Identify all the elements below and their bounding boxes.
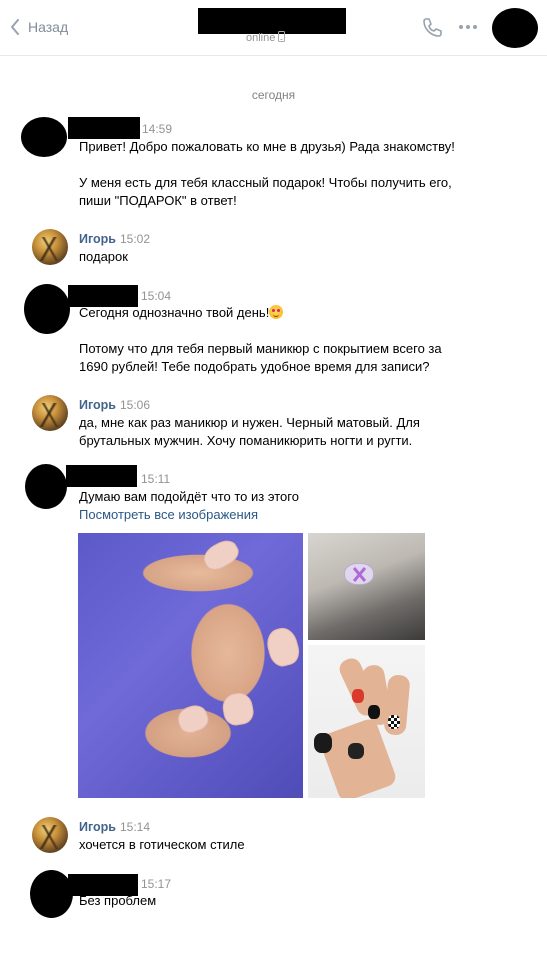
star-struck-emoji-icon [269,305,284,319]
black-nail [314,733,332,753]
attached-photo-3[interactable] [308,645,425,798]
igor-avatar[interactable] [32,229,68,265]
back-button[interactable]: Назад [10,16,68,38]
message-time: 15:11 [141,472,171,486]
nail-with-cross [344,563,374,585]
author-name[interactable]: Игорь [79,820,116,834]
message-text: Привет! Добро пожаловать ко мне в друзья… [79,139,455,208]
more-dot [473,25,477,29]
chevron-left-icon [10,19,20,35]
contact-avatar[interactable] [492,8,538,48]
more-button[interactable] [459,25,477,29]
message-time: 14:59 [142,122,173,136]
message-text: хочется в готическом стиле [79,837,245,852]
black-nail [348,743,364,759]
sender-avatar[interactable] [24,284,70,334]
nail [199,535,243,575]
message-time: 15:02 [120,232,151,246]
message-text: Потому что для тебя первый маникюр с пок… [79,341,442,374]
message-time: 15:06 [120,398,151,412]
mobile-icon [278,31,286,45]
igor-avatar[interactable] [32,395,68,431]
nail [263,624,303,670]
chat-header: Назад online [0,0,547,56]
message-text: Сегодня однозначно твой день! [79,305,270,320]
redacted-sender-name [66,465,137,487]
more-dot [466,25,470,29]
sender-avatar[interactable] [21,117,67,157]
status-text: online [246,32,276,44]
attached-photo-1[interactable] [78,533,303,798]
nail [220,690,256,728]
sender-avatar[interactable] [25,464,67,509]
igor-avatar[interactable] [32,817,68,853]
message-text: Думаю вам подойдёт что то из этого [79,489,299,504]
checkered-nail [388,715,400,729]
red-nail [352,689,364,703]
view-all-images-link[interactable]: Посмотреть все изображения [79,507,258,522]
message-text: подарок [79,249,128,264]
attached-photo-2[interactable] [308,533,425,640]
author-name[interactable]: Игорь [79,398,116,412]
back-label: Назад [28,19,69,35]
author-name[interactable]: Игорь [79,232,116,246]
message-time: 15:14 [120,820,151,834]
date-separator: сегодня [251,88,296,102]
redacted-sender-name [68,117,140,139]
nail [174,701,212,737]
message-text: да, мне как раз маникюр и нужен. Черный … [79,415,420,448]
message-text-line1: Сегодня однозначно твой день! [79,304,519,322]
message-time: 15:17 [141,877,172,891]
online-status: online [246,31,286,45]
call-button[interactable] [421,16,443,41]
message-time: 15:04 [141,289,172,303]
sender-avatar[interactable] [30,870,73,918]
message-text: Без проблем [79,893,157,908]
black-nail [368,705,380,719]
phone-icon [421,18,443,41]
more-dots-icon [459,25,463,29]
